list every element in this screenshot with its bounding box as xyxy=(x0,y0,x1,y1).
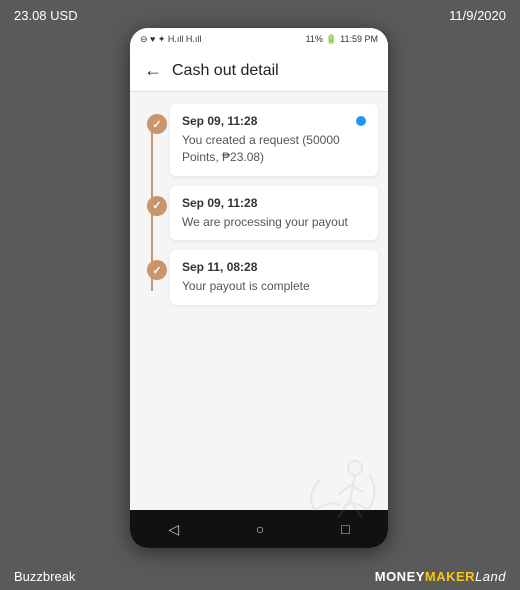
app-header: ← Cash out detail xyxy=(130,50,388,92)
nav-back-button[interactable]: ◁ xyxy=(168,521,179,538)
usd-amount: 23.08 USD xyxy=(14,8,78,23)
timeline-item-1: Sep 09, 11:28 You created a request (500… xyxy=(170,104,378,176)
timeline-card-3: Sep 11, 08:28 Your payout is complete xyxy=(170,250,378,305)
date: 11/9/2020 xyxy=(449,8,506,23)
back-button[interactable]: ← xyxy=(144,60,162,81)
time: 11:59 PM xyxy=(340,34,378,44)
timeline-item-3: Sep 11, 08:28 Your payout is complete xyxy=(170,250,378,305)
moneymaker-logo: MONEYMAKERLand xyxy=(375,569,506,584)
content-area: Sep 09, 11:28 You created a request (500… xyxy=(130,92,388,510)
blue-dot-1 xyxy=(356,116,366,126)
status-left: ⊖ ♥ ✦ H.ıll H.ıll xyxy=(140,34,201,45)
timeline-card-2: Sep 09, 11:28 We are processing your pay… xyxy=(170,186,378,241)
watermark-figure xyxy=(300,450,380,530)
page-title: Cash out detail xyxy=(172,62,279,80)
timeline: Sep 09, 11:28 You created a request (500… xyxy=(140,104,378,305)
timestamp-3: Sep 11, 08:28 xyxy=(182,260,257,274)
timeline-dot-1 xyxy=(147,114,167,134)
timestamp-2: Sep 09, 11:28 xyxy=(182,196,257,210)
message-3: Your payout is complete xyxy=(182,278,366,295)
card-header-1: Sep 09, 11:28 xyxy=(182,114,366,128)
status-bar: ⊖ ♥ ✦ H.ıll H.ıll 11% 🔋 11:59 PM xyxy=(130,28,388,50)
top-overlay: 23.08 USD 11/9/2020 xyxy=(0,0,520,31)
timeline-item-2: Sep 09, 11:28 We are processing your pay… xyxy=(170,186,378,241)
message-1: You created a request (50000 Points, ₱23… xyxy=(182,132,366,166)
signal-icons: ⊖ ♥ ✦ H.ıll H.ıll xyxy=(140,34,201,45)
timeline-dot-3 xyxy=(147,260,167,280)
timestamp-1: Sep 09, 11:28 xyxy=(182,114,257,128)
nav-home-button[interactable]: ○ xyxy=(256,521,264,537)
status-right: 11% 🔋 11:59 PM xyxy=(306,34,378,45)
brand-name: Buzzbreak xyxy=(14,569,75,584)
battery-level: 11% xyxy=(306,34,323,44)
card-header-3: Sep 11, 08:28 xyxy=(182,260,366,274)
battery-icon: 🔋 xyxy=(326,34,337,45)
timeline-dot-2 xyxy=(147,196,167,216)
message-2: We are processing your payout xyxy=(182,214,366,231)
timeline-card-1: Sep 09, 11:28 You created a request (500… xyxy=(170,104,378,176)
bottom-overlay: Buzzbreak MONEYMAKERLand xyxy=(0,563,520,590)
card-header-2: Sep 09, 11:28 xyxy=(182,196,366,210)
